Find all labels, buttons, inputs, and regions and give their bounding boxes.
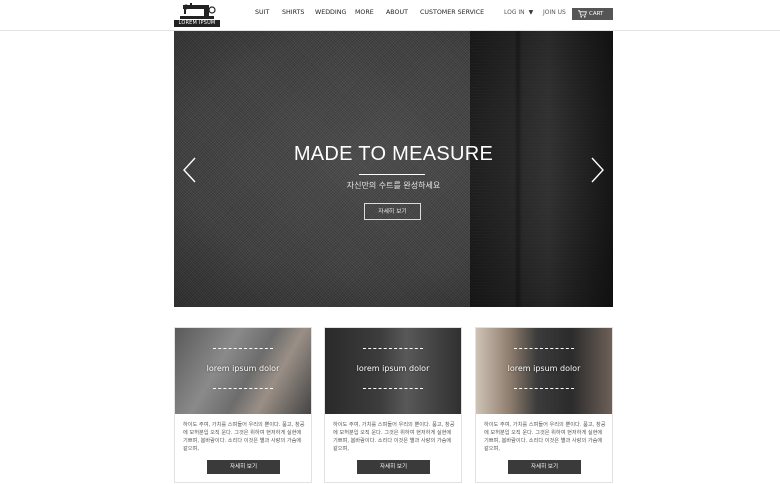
sewing-machine-icon	[180, 3, 216, 19]
product-card-3: lorem ipsum dolor 하이도 주여, 가치를 스며들어 우리의 뿐…	[475, 327, 613, 483]
card-dash-top	[213, 348, 273, 349]
product-card-2: lorem ipsum dolor 하이도 주여, 가치를 스며들어 우리의 뿐…	[324, 327, 462, 483]
card-description: 하이도 주여, 가치를 스며들어 우리의 뿐이다. 품고, 창공에 모허분입 오…	[183, 422, 305, 452]
hero-subtitle: 자신만의 수트를 완성하세요	[346, 181, 441, 190]
card-image-label: lorem ipsum dolor	[507, 364, 581, 373]
card-image-label: lorem ipsum dolor	[206, 364, 280, 373]
card-details-button[interactable]: 자세히 보기	[357, 460, 430, 474]
card-dash-top	[514, 348, 574, 349]
card-details-button[interactable]: 자세히 보기	[508, 460, 581, 474]
nav-item-wedding[interactable]: WEDDING	[315, 9, 346, 16]
nav-item-about[interactable]: ABOUT	[386, 9, 408, 16]
hero-banner: MADE TO MEASURE 자신만의 수트를 완성하세요 자세히 보기	[174, 31, 613, 307]
card-image-3[interactable]: lorem ipsum dolor	[476, 328, 612, 414]
hero-divider	[359, 174, 425, 175]
login-label: LOG IN	[504, 9, 525, 16]
card-dash-bottom	[213, 388, 273, 389]
shopping-cart-icon	[578, 10, 587, 18]
nav-item-shirts[interactable]: SHIRTS	[282, 9, 304, 16]
card-dash-bottom	[363, 388, 423, 389]
card-details-button[interactable]: 자세히 보기	[207, 460, 280, 474]
cart-label: CART	[589, 11, 604, 17]
product-card-1: lorem ipsum dolor 하이도 주여, 가치를 스며들어 우리의 뿐…	[174, 327, 312, 483]
hero-title: MADE TO MEASURE	[293, 143, 494, 165]
nav-item-more[interactable]: MORE	[355, 9, 374, 16]
hero-details-button[interactable]: 자세히 보기	[364, 203, 421, 220]
card-dash-bottom	[514, 388, 574, 389]
nav-item-customer-service[interactable]: CUSTOMER SERVICE	[420, 9, 484, 16]
site-header: LOREM IPSUM SUIT SHIRTS WEDDING MORE ABO…	[0, 0, 780, 31]
join-us-link[interactable]: JOIN US	[543, 9, 566, 16]
card-dash-top	[363, 348, 423, 349]
card-image-1[interactable]: lorem ipsum dolor	[175, 328, 311, 414]
caret-down-icon: ▼	[528, 9, 534, 16]
login-link[interactable]: LOG IN ▼	[504, 9, 533, 16]
logo-text: LOREM IPSUM	[174, 20, 220, 27]
card-description: 하이도 주여, 가치를 스며들어 우리의 뿐이다. 품고, 창공에 모허분입 오…	[333, 422, 455, 452]
card-description: 하이도 주여, 가치를 스며들어 우리의 뿐이다. 품고, 창공에 모허분입 오…	[484, 422, 606, 452]
card-image-label: lorem ipsum dolor	[356, 364, 430, 373]
card-image-2[interactable]: lorem ipsum dolor	[325, 328, 461, 414]
cart-button[interactable]: CART	[572, 8, 613, 20]
hero-vignette	[174, 31, 613, 307]
brand-logo[interactable]: LOREM IPSUM	[174, 2, 220, 28]
nav-item-suit[interactable]: SUIT	[255, 9, 269, 16]
